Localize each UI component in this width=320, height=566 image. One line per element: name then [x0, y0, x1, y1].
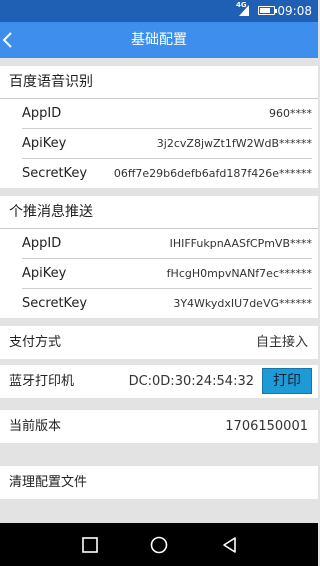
getui-apikey-row: ApiKey fHcgH0mpvNANf7ec****** [22, 259, 312, 289]
getui-apikey-label: ApiKey [22, 266, 67, 281]
baidu-appid-row: AppID 960**** [22, 99, 312, 129]
getui-push-section: 个推消息推送 AppID IHIFFukpnAASfCPmVB**** ApiK… [0, 196, 318, 318]
baidu-speech-section: 百度语音识别 AppID 960**** ApiKey 3j2cvZ8jwZt1… [0, 66, 318, 188]
getui-section-title: 个推消息推送 [0, 196, 318, 229]
printer-mac-address: DC:0D:30:24:54:32 [128, 374, 254, 389]
baidu-apikey-row: ApiKey 3j2cvZ8jwZt1fW2WdB****** [22, 129, 312, 159]
settings-content: 百度语音识别 AppID 960**** ApiKey 3j2cvZ8jwZt1… [0, 58, 318, 499]
getui-appid-value: IHIFFukpnAASfCPmVB**** [169, 237, 312, 250]
baidu-appid-value: 960**** [269, 107, 312, 120]
baidu-secretkey-label: SecretKey [22, 166, 88, 181]
signal-icon [239, 5, 249, 16]
getui-apikey-value: fHcgH0mpvNANf7ec****** [166, 267, 312, 280]
clock: 09:08 [277, 4, 312, 18]
battery-icon [258, 6, 277, 15]
payment-method-value: 自主接入 [255, 335, 308, 350]
circle-icon[interactable] [149, 535, 169, 555]
getui-secretkey-row: SecretKey 3Y4WkydxIU7deVG****** [22, 289, 312, 318]
getui-appid-row: AppID IHIFFukpnAASfCPmVB**** [22, 229, 312, 259]
payment-method-row[interactable]: 支付方式 自主接入 [0, 326, 318, 359]
square-icon[interactable] [80, 535, 100, 555]
baidu-section-title: 百度语音识别 [0, 66, 318, 99]
bluetooth-printer-label: 蓝牙打印机 [9, 374, 75, 389]
baidu-secretkey-value: 06ff7e29b6defb6afd187f426e****** [113, 167, 312, 180]
clear-config-row[interactable]: 清理配置文件 [0, 466, 318, 499]
baidu-apikey-label: ApiKey [22, 136, 67, 151]
getui-secretkey-value: 3Y4WkydxIU7deVG****** [173, 297, 312, 310]
baidu-secretkey-row: SecretKey 06ff7e29b6defb6afd187f426e****… [22, 159, 312, 188]
system-nav-bar [0, 523, 318, 566]
baidu-apikey-value: 3j2cvZ8jwZt1fW2WdB****** [156, 137, 312, 150]
status-bar: 4G 09:08 [0, 0, 318, 22]
payment-method-label: 支付方式 [9, 335, 62, 350]
triangle-back-icon[interactable] [220, 535, 240, 555]
clear-config-label: 清理配置文件 [9, 475, 88, 490]
app-header: 基础配置 [0, 22, 318, 58]
print-button[interactable]: 打印 [262, 368, 312, 394]
getui-appid-label: AppID [22, 236, 62, 251]
bluetooth-printer-row: 蓝牙打印机 DC:0D:30:24:54:32 打印 [0, 365, 318, 398]
getui-secretkey-label: SecretKey [22, 296, 88, 311]
page-title: 基础配置 [131, 32, 187, 48]
current-version-value: 1706150001 [225, 419, 308, 434]
baidu-appid-label: AppID [22, 106, 62, 121]
current-version-label: 当前版本 [9, 419, 62, 434]
current-version-row: 当前版本 1706150001 [0, 410, 318, 443]
